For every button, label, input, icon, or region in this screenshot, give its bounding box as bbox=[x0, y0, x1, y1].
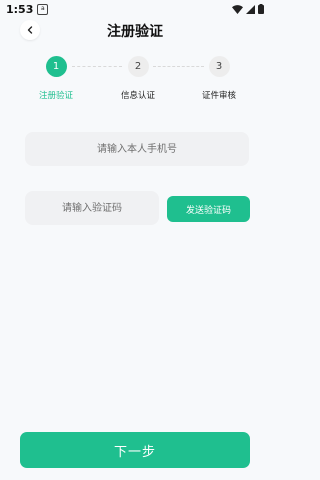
step-number: 2 bbox=[127, 56, 149, 77]
step-3: 3 证件审核 bbox=[184, 56, 254, 101]
step-1: 1 注册验证 bbox=[21, 56, 91, 101]
phone-input[interactable] bbox=[25, 132, 249, 166]
page-title: 注册验证 bbox=[107, 24, 163, 40]
next-step-button[interactable]: 下一步 bbox=[20, 432, 250, 468]
step-label: 信息认证 bbox=[120, 91, 155, 101]
status-bar-right bbox=[232, 4, 264, 14]
send-code-button[interactable]: 发送验证码 bbox=[167, 196, 250, 222]
status-bar-left: 1:53 a bbox=[6, 2, 49, 16]
notification-icon: a bbox=[37, 3, 49, 15]
step-label: 证件审核 bbox=[201, 91, 236, 101]
step-2: 2 信息认证 bbox=[103, 56, 173, 101]
step-label: 注册验证 bbox=[38, 91, 73, 101]
wifi-icon bbox=[232, 4, 243, 14]
battery-icon bbox=[258, 4, 264, 14]
step-number: 3 bbox=[208, 56, 230, 77]
header: 注册验证 bbox=[0, 20, 270, 42]
signal-icon bbox=[246, 4, 255, 14]
status-time: 1:53 bbox=[6, 2, 34, 16]
verification-code-input[interactable] bbox=[25, 191, 159, 225]
status-bar: 1:53 a bbox=[0, 0, 270, 18]
stepper: 1 注册验证 2 信息认证 3 证件审核 bbox=[0, 56, 270, 106]
step-number: 1 bbox=[45, 56, 67, 77]
